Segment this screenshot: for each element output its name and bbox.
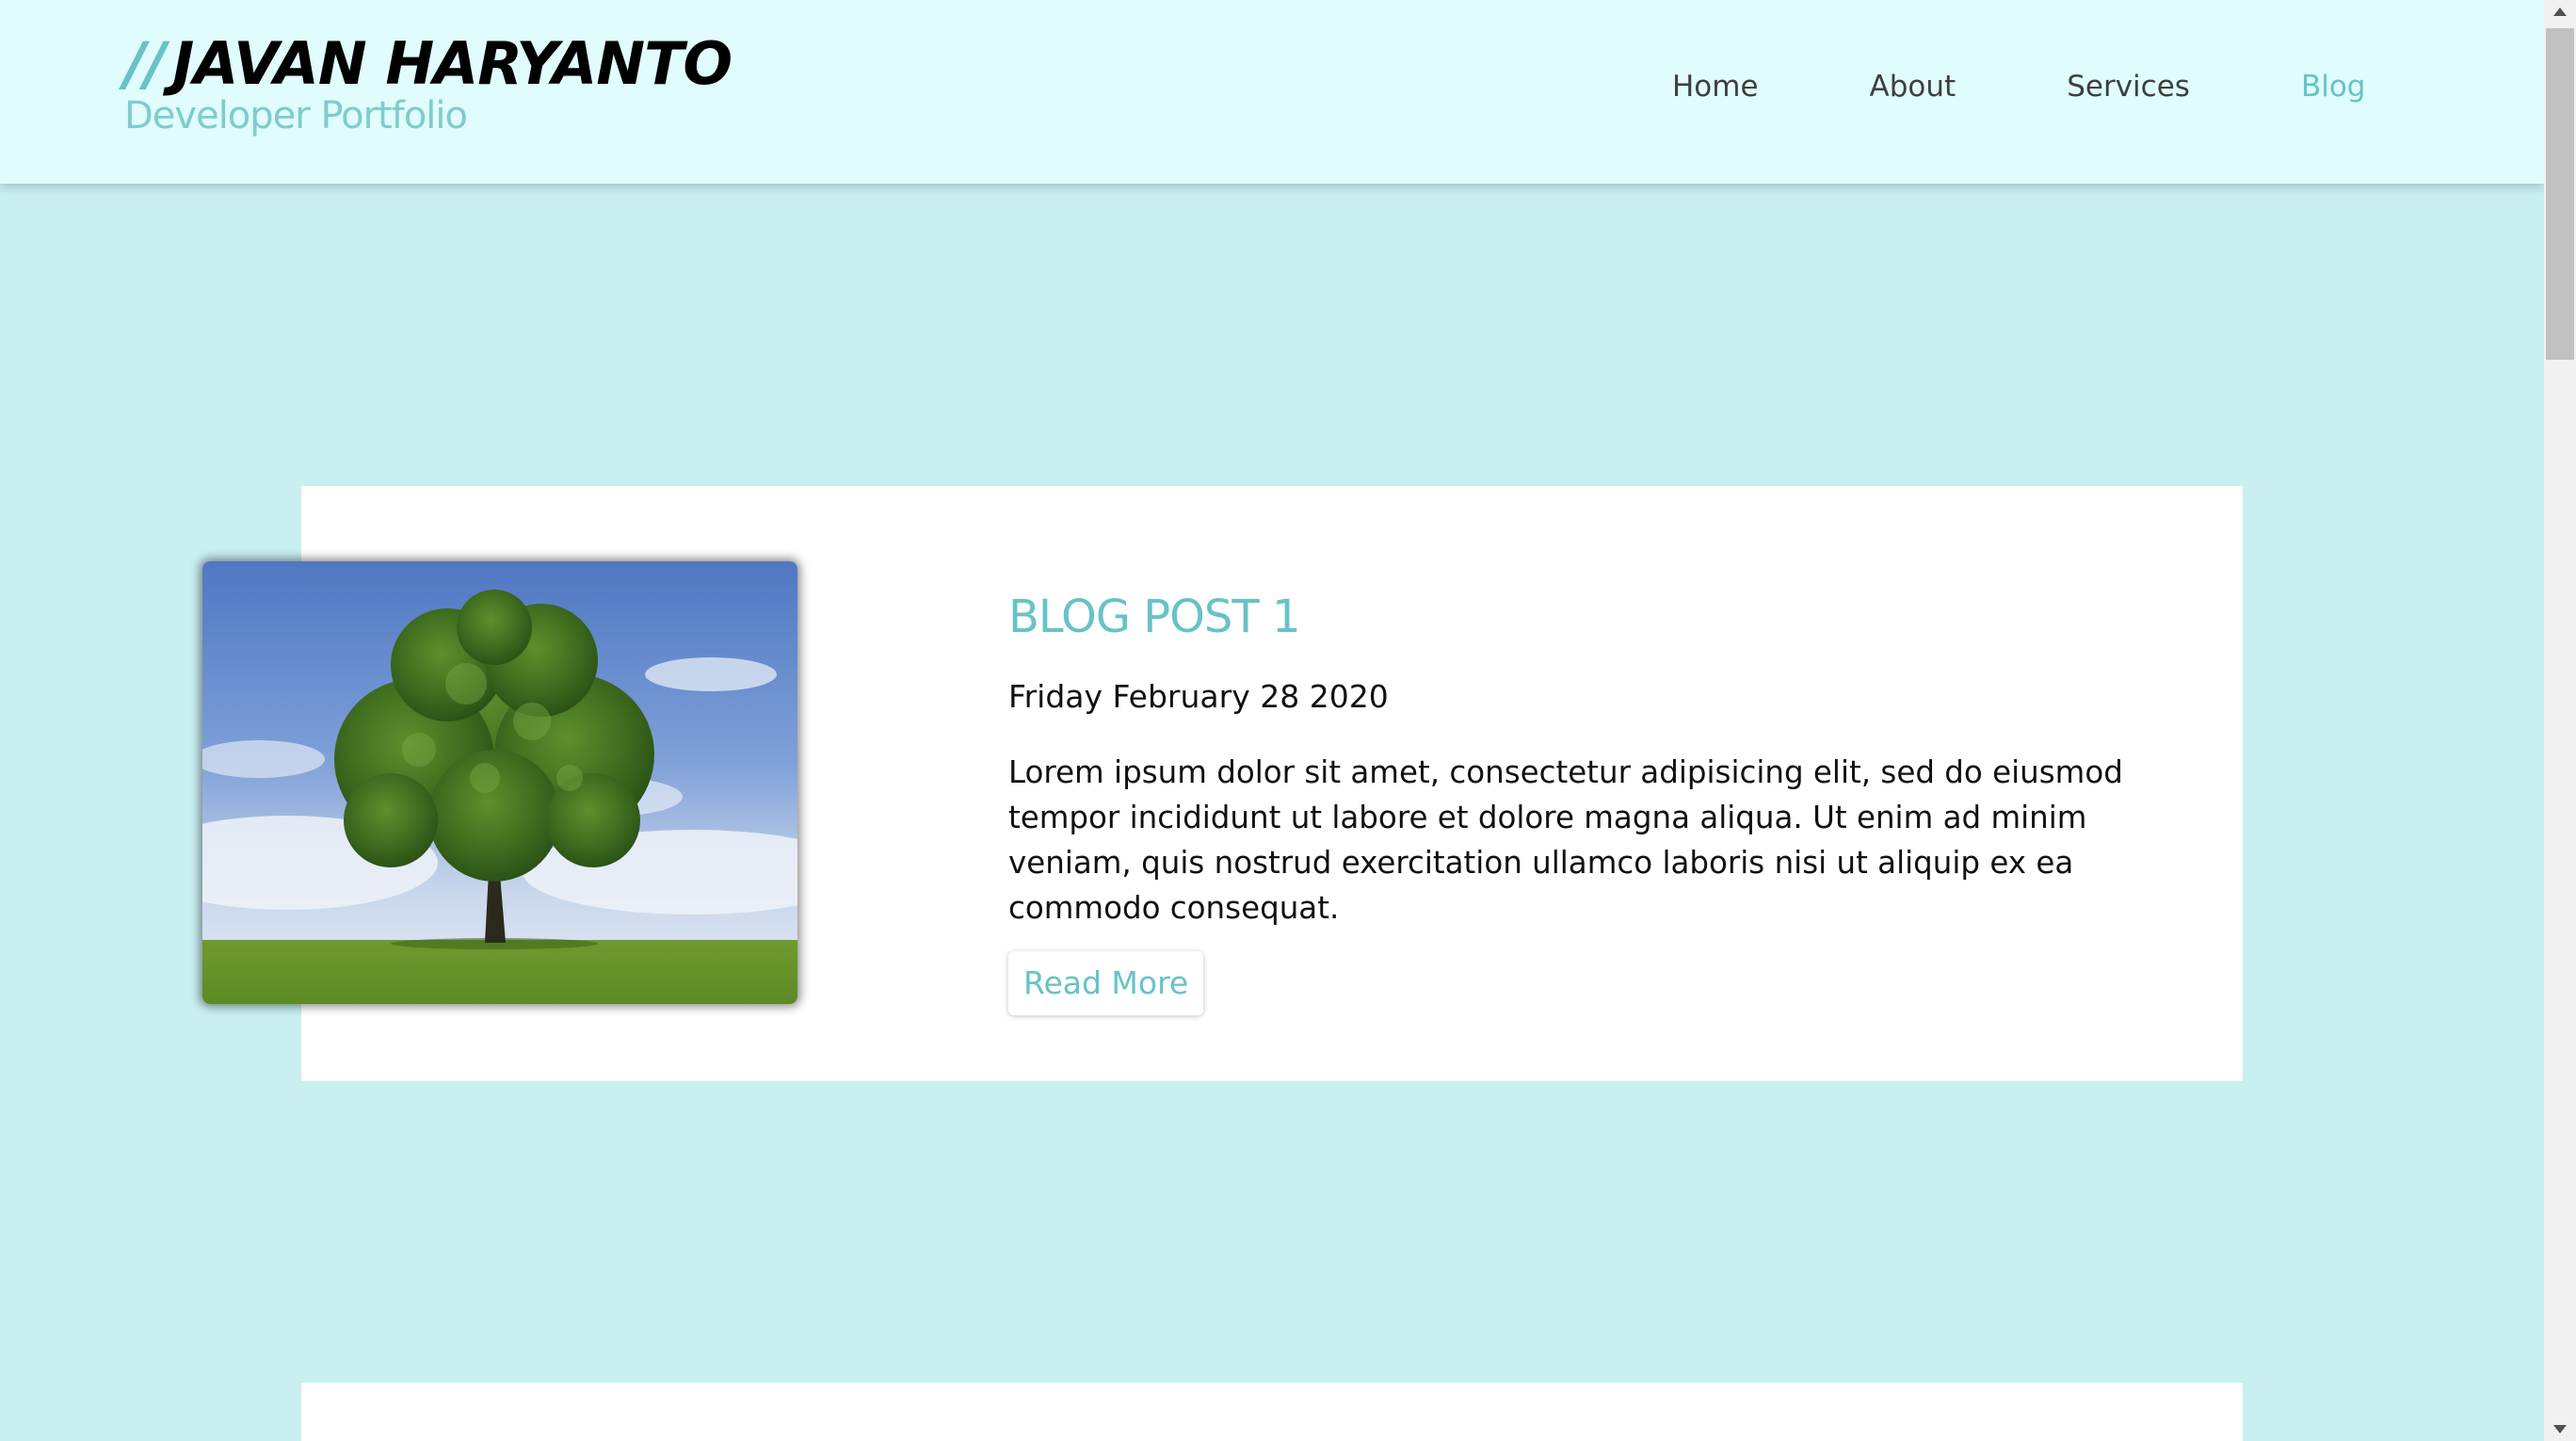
nav-link-home[interactable]: Home <box>1672 68 1759 105</box>
scrollbar-thumb[interactable] <box>2546 28 2574 360</box>
blog-post-image <box>202 561 797 1004</box>
nav-link-about[interactable]: About <box>1870 68 1956 105</box>
logo[interactable]: // JAVAN HARYANTO Developer Portfolio <box>124 28 733 139</box>
blog-post-content: BLOG POST 1 Friday February 28 2020 Lore… <box>1008 584 2176 1015</box>
tree-photo <box>202 561 797 1004</box>
nav-link-services[interactable]: Services <box>2067 68 2190 105</box>
logo-title: // JAVAN HARYANTO <box>124 28 733 100</box>
main-nav: Home About Services Blog <box>1672 68 2365 105</box>
vertical-scrollbar[interactable] <box>2544 0 2576 1441</box>
scroll-down-arrow-icon[interactable] <box>2553 1425 2567 1433</box>
site-header: // JAVAN HARYANTO Developer Portfolio Ho… <box>0 0 2544 184</box>
nav-link-blog[interactable]: Blog <box>2301 68 2366 105</box>
page: // JAVAN HARYANTO Developer Portfolio Ho… <box>0 0 2576 1441</box>
blog-post-excerpt: Lorem ipsum dolor sit amet, consectetur … <box>1008 754 2123 926</box>
blog-post-card-next <box>301 1383 2243 1441</box>
read-more-button[interactable]: Read More <box>1008 951 1204 1015</box>
blog-post-date: Friday February 28 2020 <box>1008 678 1389 715</box>
logo-name: JAVAN HARYANTO <box>172 29 733 98</box>
blog-post-title[interactable]: BLOG POST 1 <box>1008 584 2176 650</box>
scroll-up-arrow-icon[interactable] <box>2553 8 2567 16</box>
logo-slashes: // <box>124 29 166 98</box>
